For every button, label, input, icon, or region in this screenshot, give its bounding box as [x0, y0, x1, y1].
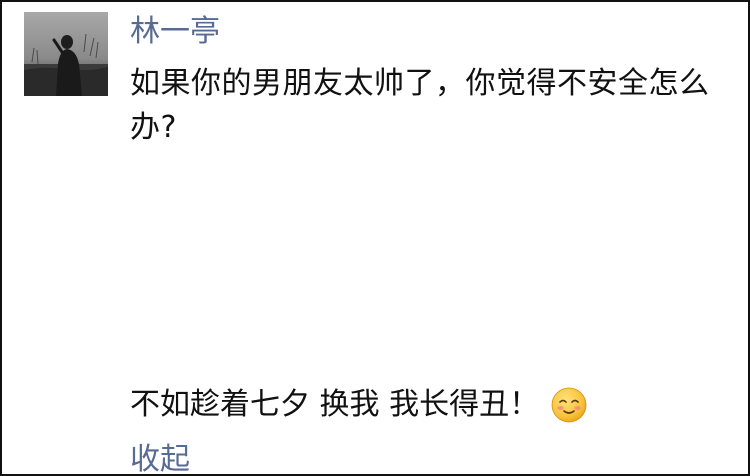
collapse-link[interactable]: 收起	[130, 438, 190, 474]
comment-text: 如果你的男朋友太帅了，你觉得不安全怎么办?	[130, 66, 710, 145]
comment-card: 林一亭 如果你的男朋友太帅了，你觉得不安全怎么办? 不如趁着七夕 换我 我长得丑…	[0, 0, 750, 476]
blushing-smile-emoji-icon	[551, 387, 587, 423]
avatar[interactable]	[24, 12, 108, 96]
comment-reply-text: 不如趁着七夕 换我 我长得丑！	[130, 387, 540, 422]
comment-author-name[interactable]: 林一亭	[130, 12, 220, 52]
avatar-photo-icon	[24, 12, 108, 96]
comment-reply-line: 不如趁着七夕 换我 我长得丑！	[130, 383, 587, 427]
